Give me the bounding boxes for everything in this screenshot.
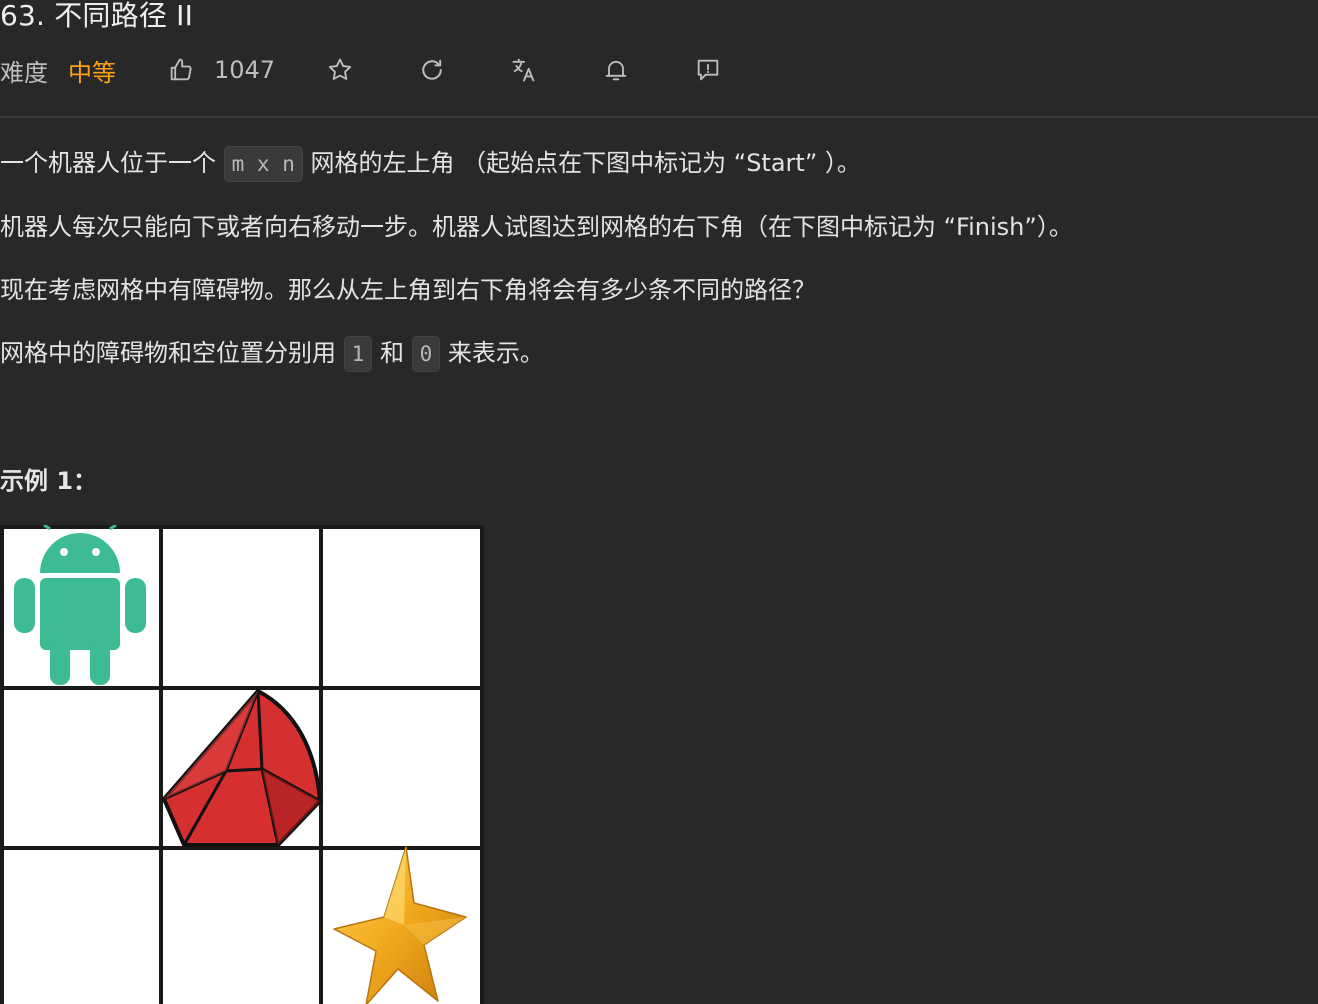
description-paragraph-4: 网格中的障碍物和空位置分别用 1 和 0 来表示。 [0, 333, 544, 373]
like-count: 1047 [214, 56, 276, 84]
star-icon[interactable] [325, 55, 355, 85]
difficulty-label: 难度 [0, 58, 48, 87]
problem-title: 63. 不同路径 II [0, 0, 194, 32]
description-text: 和 [379, 339, 404, 367]
feedback-icon[interactable] [693, 55, 723, 85]
description-paragraph-1: 一个机器人位于一个 m x n 网格的左上角 （起始点在下图中标记为 “Star… [0, 143, 861, 183]
problem-meta-bar: 难度 中等 1047 [0, 48, 723, 92]
translate-icon[interactable] [509, 55, 539, 85]
like-button[interactable]: 1047 [166, 55, 275, 85]
description-text: 网格的左上角 （起始点在下图中标记为 “Start” ）。 [310, 149, 861, 177]
example-title: 示例 1： [0, 467, 98, 495]
description-paragraph-3: 现在考虑网格中有障碍物。那么从左上角到右下角将会有多少条不同的路径？ [0, 276, 816, 304]
problem-page: 63. 不同路径 II 难度 中等 1047 一个机器人位于一个 m x n 网… [0, 0, 1318, 1004]
inline-code-mxn: m x n [223, 146, 303, 182]
refresh-icon[interactable] [417, 55, 447, 85]
header-divider [0, 116, 1318, 118]
bell-icon[interactable] [601, 55, 631, 85]
description-text: 网格中的障碍物和空位置分别用 [0, 339, 336, 367]
description-paragraph-2: 机器人每次只能向下或者向右移动一步。机器人试图达到网格的右下角（在下图中标记为 … [0, 213, 1073, 241]
inline-code-1: 1 [343, 336, 373, 372]
description-text: 来表示。 [447, 339, 544, 367]
thumbs-up-icon [166, 55, 196, 85]
example-grid-image [0, 525, 484, 1004]
inline-code-0: 0 [411, 336, 441, 372]
description-text: 一个机器人位于一个 [0, 149, 216, 177]
difficulty-value: 中等 [68, 58, 116, 87]
